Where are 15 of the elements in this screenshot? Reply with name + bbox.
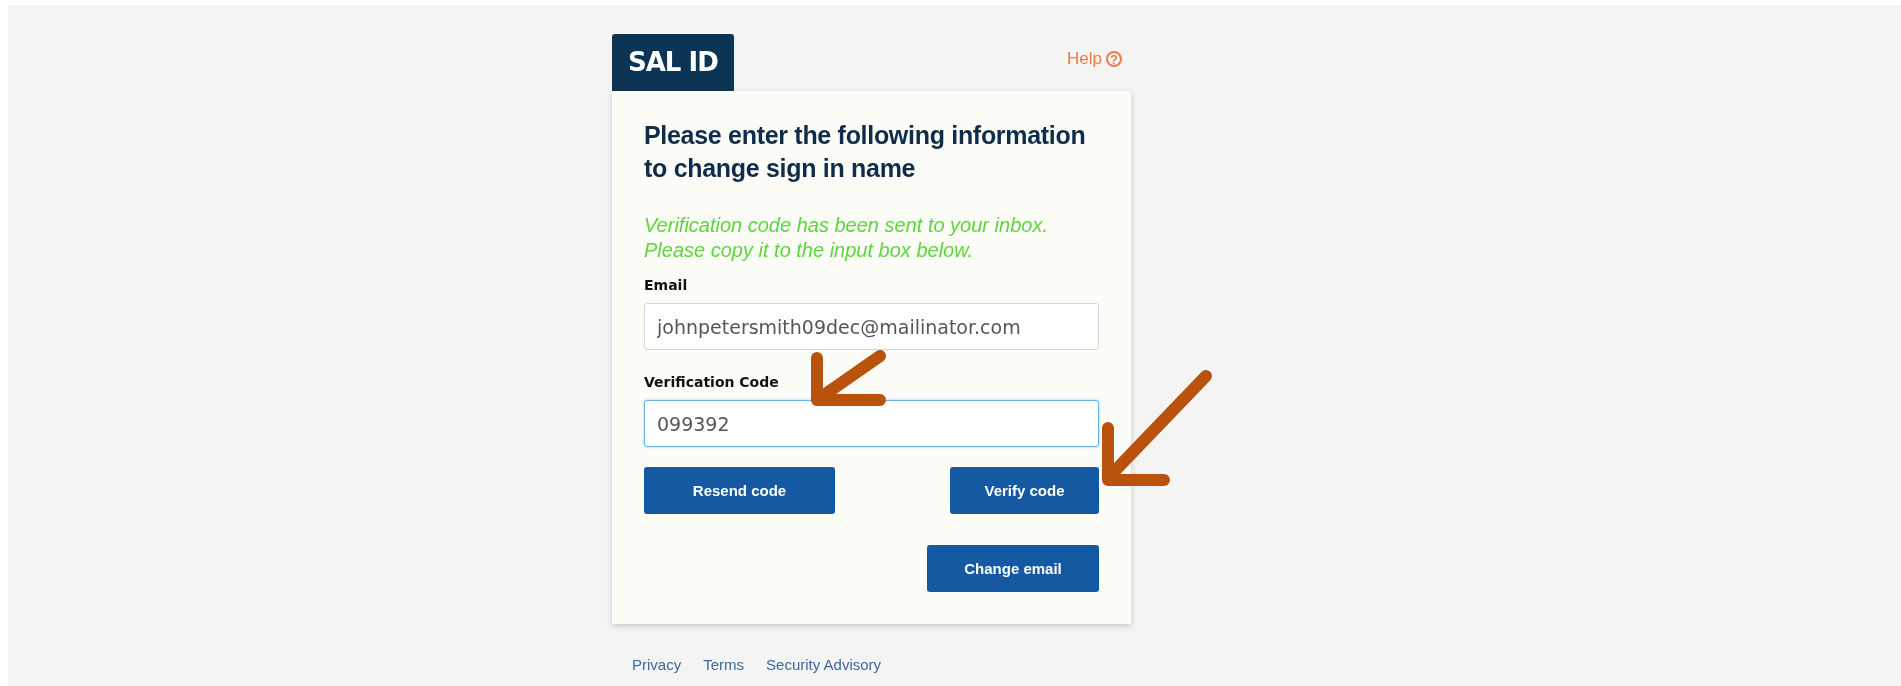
- field-label: Email: [644, 277, 689, 293]
- input-field[interactable]: johnpetersmith09dec@mailinator.com: [644, 303, 1099, 350]
- logo: SAL ID: [612, 34, 734, 91]
- input-field[interactable]: 099392: [644, 400, 1099, 447]
- footer-link[interactable]: Security Advisory: [766, 656, 882, 673]
- action-button[interactable]: Verify code: [950, 467, 1099, 514]
- help-icon: ?: [1106, 51, 1122, 67]
- action-button[interactable]: Resend code: [644, 467, 835, 514]
- success-message: Verification code has been sent to your inbox.: [644, 213, 1049, 238]
- form-heading: Please enter the following information to change sign in name: [644, 120, 1087, 184]
- success-message: Please copy it to the input box below.: [644, 238, 975, 263]
- field-label: Verification Code: [644, 374, 780, 390]
- footer-link[interactable]: Privacy: [632, 656, 682, 673]
- action-button[interactable]: Change email: [927, 545, 1099, 592]
- footer-link[interactable]: Terms: [703, 656, 745, 673]
